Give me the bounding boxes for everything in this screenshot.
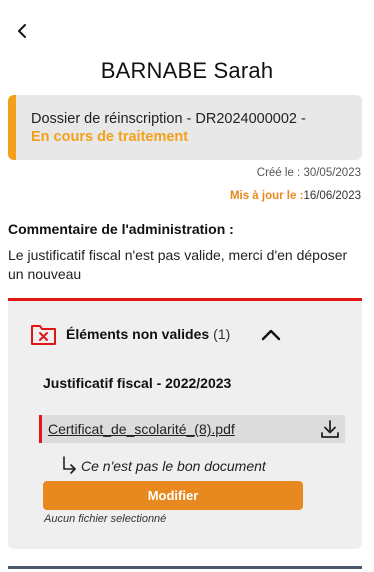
- created-date: Créé le : 30/05/2023: [257, 167, 361, 179]
- created-value: 30/05/2023: [303, 167, 361, 179]
- updated-date: Mis à jour le :16/06/2023: [230, 190, 361, 202]
- updated-label: Mis à jour le :: [229, 190, 304, 202]
- folder-error-icon: [31, 325, 56, 345]
- chevron-up-icon[interactable]: [258, 323, 284, 345]
- panel-title: Éléments non valides (1): [66, 326, 230, 342]
- dossier-status: En cours de traitement: [31, 129, 189, 145]
- invalid-elements-panel: Éléments non valides (1) Justificatif fis…: [8, 298, 362, 549]
- updated-value: 16/06/2023: [303, 190, 361, 202]
- no-file-selected-text: Aucun fichier selectionné: [44, 513, 167, 525]
- page: BARNABE Sarah Dossier de réinscription -…: [0, 0, 374, 572]
- reply-arrow-icon: [63, 456, 76, 474]
- dossier-card: Dossier de réinscription - DR2024000002 …: [8, 95, 362, 160]
- page-title: BARNABE Sarah: [100, 58, 274, 83]
- file-row: Certificat_de_scolarité_(8).pdf: [39, 415, 345, 443]
- chevron-left-icon: [18, 24, 26, 38]
- panel-count: (1): [213, 326, 231, 342]
- dossier-title: Dossier de réinscription - DR2024000002 …: [31, 111, 306, 127]
- modify-button[interactable]: Modifier: [43, 481, 303, 510]
- admin-comment-heading: Commentaire de l'administration :: [8, 221, 234, 237]
- reject-reason: Ce n'est pas le bon document: [60, 456, 266, 474]
- panel-title-text: Éléments non valides: [66, 326, 210, 342]
- reject-reason-text: Ce n'est pas le bon document: [81, 458, 266, 474]
- file-link[interactable]: Certificat_de_scolarité_(8).pdf: [48, 421, 235, 437]
- download-icon[interactable]: [319, 418, 341, 440]
- admin-comment-text: Le justificatif fiscal n'est pas valide,…: [8, 247, 348, 282]
- panel-header[interactable]: Éléments non valides (1): [8, 321, 362, 349]
- bottom-divider: [8, 566, 362, 569]
- document-title: Justificatif fiscal - 2022/2023: [43, 375, 232, 391]
- created-label: Créé le :: [256, 167, 301, 179]
- back-button[interactable]: [11, 20, 33, 42]
